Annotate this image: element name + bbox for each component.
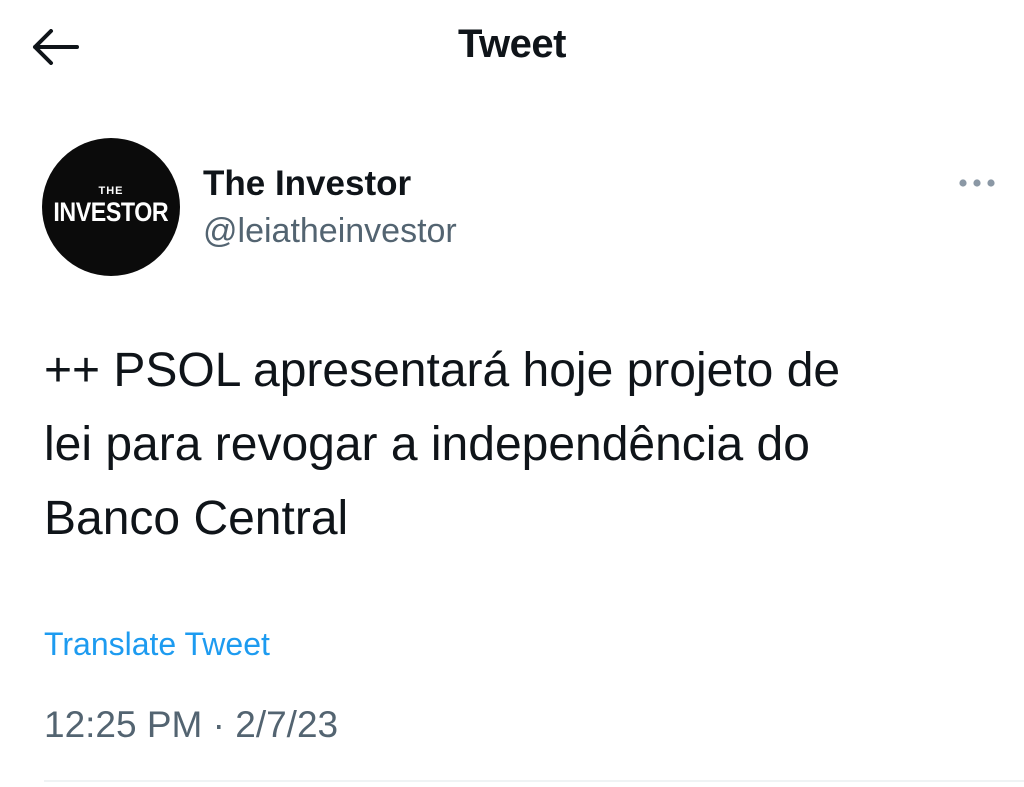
translate-tweet-link[interactable]: Translate Tweet: [44, 626, 270, 663]
tweet-timestamp[interactable]: 12:25 PM · 2/7/23: [44, 704, 338, 746]
author-display-name[interactable]: The Investor: [203, 164, 411, 204]
top-bar: Tweet: [0, 0, 1024, 96]
more-options-button[interactable]: [952, 166, 1002, 200]
page-title: Tweet: [458, 22, 566, 66]
divider: [44, 780, 1024, 782]
avatar-logo-text-top: THE: [98, 185, 124, 197]
more-horizontal-icon: [959, 179, 995, 187]
author-handle[interactable]: @leiatheinvestor: [203, 212, 457, 251]
tweet-text: ++ PSOL apresentará hoje projeto de lei …: [44, 344, 841, 545]
avatar-logo-text-main: INVESTOR: [53, 197, 169, 227]
avatar[interactable]: THE INVESTOR: [42, 138, 180, 276]
